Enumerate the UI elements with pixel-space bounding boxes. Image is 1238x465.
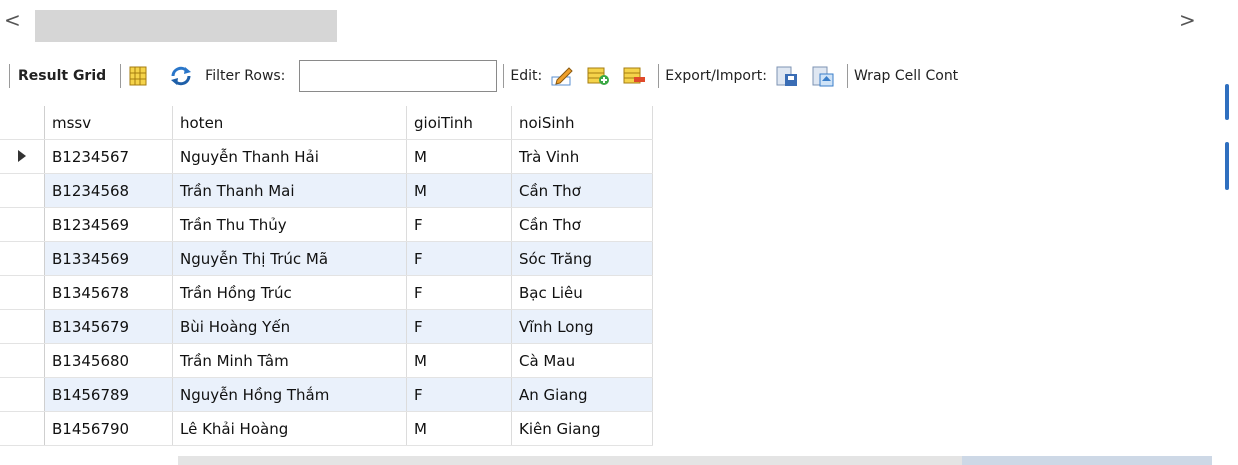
wrap-cell-content-label[interactable]: Wrap Cell Cont [854,68,958,84]
delete-row-icon[interactable] [622,65,646,87]
row-marker[interactable] [0,241,45,276]
cell-hoten[interactable]: Nguyễn Hồng Thắm [172,377,407,412]
cell-gioiTinh[interactable]: M [406,411,512,446]
cell-noiSinh[interactable]: Cần Thơ [511,207,653,242]
scroll-right-arrow[interactable]: > [1179,10,1196,30]
row-marker[interactable] [0,207,45,242]
cell-hoten[interactable]: Bùi Hoàng Yến [172,309,407,344]
cell-noiSinh[interactable]: Sóc Trăng [511,241,653,276]
row-cursor-icon [18,149,26,162]
grid-layout-icon[interactable] [127,65,151,87]
refresh-icon[interactable] [169,65,193,87]
cell-mssv[interactable]: B1456790 [44,411,173,446]
result-grid-label[interactable]: Result Grid [18,68,106,84]
cell-hoten[interactable]: Lê Khải Hoàng [172,411,407,446]
cell-hoten[interactable]: Trần Thanh Mai [172,173,407,208]
header-row: mssv hoten gioiTinh noiSinh [0,106,653,140]
toolbar-separator [503,64,505,88]
cell-hoten[interactable]: Nguyễn Thanh Hải [172,139,407,174]
scroll-left-arrow[interactable]: < [4,10,21,30]
cell-noiSinh[interactable]: Bạc Liêu [511,275,653,310]
cell-gioiTinh[interactable]: F [406,241,512,276]
row-marker[interactable] [0,173,45,208]
table-row[interactable]: B1345678 Trần Hồng Trúc F Bạc Liêu [0,275,653,310]
toolbar-separator [658,64,660,88]
toolbar-separator [846,64,848,88]
result-grid: mssv hoten gioiTinh noiSinh B1234567 Nguy… [0,106,653,446]
cell-gioiTinh[interactable]: F [406,309,512,344]
grid-bottom-scroll[interactable] [962,456,1212,465]
cell-noiSinh[interactable]: Vĩnh Long [511,309,653,344]
cell-hoten[interactable]: Trần Minh Tâm [172,343,407,378]
column-header-hoten[interactable]: hoten [172,106,407,140]
row-marker[interactable] [0,377,45,412]
export-import-label: Export/Import: [665,68,767,84]
add-row-icon[interactable] [586,65,610,87]
table-row[interactable]: B1234568 Trần Thanh Mai M Cần Thơ [0,173,653,208]
scrollbar-thumb[interactable] [35,10,337,42]
cell-noiSinh[interactable]: Cần Thơ [511,173,653,208]
cell-mssv[interactable]: B1234568 [44,173,173,208]
cell-mssv[interactable]: B1456789 [44,377,173,412]
cell-noiSinh[interactable]: An Giang [511,377,653,412]
export-icon[interactable] [775,65,799,87]
cell-hoten[interactable]: Nguyễn Thị Trúc Mã [172,241,407,276]
table-row[interactable]: B1456790 Lê Khải Hoàng M Kiên Giang [0,411,653,446]
cell-gioiTinh[interactable]: M [406,139,512,174]
row-marker[interactable] [0,411,45,446]
row-marker[interactable] [0,275,45,310]
column-header-gioiTinh[interactable]: gioiTinh [406,106,512,140]
cell-mssv[interactable]: B1234567 [44,139,173,174]
cell-gioiTinh[interactable]: M [406,173,512,208]
cell-hoten[interactable]: Trần Hồng Trúc [172,275,407,310]
cell-noiSinh[interactable]: Cà Mau [511,343,653,378]
cell-noiSinh[interactable]: Trà Vinh [511,139,653,174]
filter-rows-label: Filter Rows: [205,68,286,84]
horizontal-scrollbar[interactable]: < > [0,0,1210,44]
column-header-mssv[interactable]: mssv [44,106,173,140]
cell-gioiTinh[interactable]: F [406,275,512,310]
row-marker[interactable] [0,309,45,344]
scroll-indicator [1225,142,1229,190]
filter-rows-input[interactable] [299,60,498,92]
edit-label: Edit: [510,68,543,84]
cell-gioiTinh[interactable]: F [406,207,512,242]
table-row[interactable]: B1345680 Trần Minh Tâm M Cà Mau [0,343,653,378]
import-icon[interactable] [811,65,835,87]
column-header-noiSinh[interactable]: noiSinh [511,106,653,140]
cell-mssv[interactable]: B1234569 [44,207,173,242]
toolbar-separator [120,64,122,88]
cell-noiSinh[interactable]: Kiên Giang [511,411,653,446]
cell-gioiTinh[interactable]: M [406,343,512,378]
cell-mssv[interactable]: B1345678 [44,275,173,310]
table-row[interactable]: B1345679 Bùi Hoàng Yến F Vĩnh Long [0,309,653,344]
cell-mssv[interactable]: B1345680 [44,343,173,378]
row-marker[interactable] [0,343,45,378]
cell-gioiTinh[interactable]: F [406,377,512,412]
row-header-corner [0,106,45,140]
cell-mssv[interactable]: B1345679 [44,309,173,344]
table-row[interactable]: B1456789 Nguyễn Hồng Thắm F An Giang [0,377,653,412]
cell-hoten[interactable]: Trần Thu Thủy [172,207,407,242]
toolbar-separator [9,64,10,88]
result-toolbar: Result Grid Filter Rows: Edit: Export/Im… [0,55,1228,97]
cell-mssv[interactable]: B1334569 [44,241,173,276]
table-row[interactable]: B1234567 Nguyễn Thanh Hải M Trà Vinh [0,139,653,174]
row-marker[interactable] [0,139,45,174]
table-row[interactable]: B1334569 Nguyễn Thị Trúc Mã F Sóc Trăng [0,241,653,276]
edit-pencil-icon[interactable] [550,65,574,87]
table-row[interactable]: B1234569 Trần Thu Thủy F Cần Thơ [0,207,653,242]
